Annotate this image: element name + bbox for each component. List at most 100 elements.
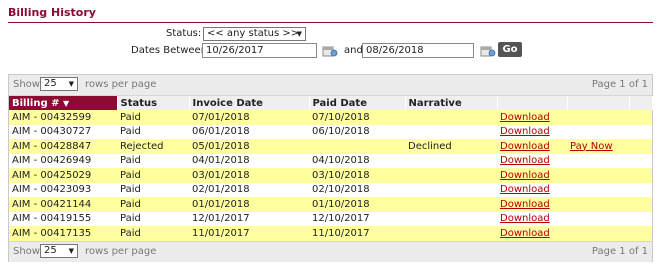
cell-paid-date: 06/10/2018: [309, 124, 405, 139]
cell-invoice-date: 03/01/2018: [189, 168, 309, 183]
billing-grid: Show 25 ▼ rows per page Page 1 of 1 Bill…: [8, 74, 653, 262]
download-cell: Download: [497, 211, 567, 226]
row-spacer: [629, 197, 652, 212]
date-from-field[interactable]: 10/26/2017: [202, 43, 317, 58]
page-size-value: 25: [44, 245, 57, 256]
pay-now-cell: [567, 182, 629, 197]
cell-invoice-date: 07/01/2018: [189, 110, 309, 125]
cell-paid-date: 12/10/2017: [309, 211, 405, 226]
download-link[interactable]: Download: [500, 184, 550, 195]
cell-invoice-date: 11/01/2017: [189, 226, 309, 241]
download-link[interactable]: Download: [500, 112, 550, 123]
cell-status: Paid: [117, 211, 189, 226]
cell-status: Paid: [120, 155, 141, 167]
cell-billing-number: AIM - 00417135: [9, 226, 117, 241]
cell-invoice-date: 02/01/2018: [189, 182, 309, 197]
status-label: Status:: [166, 28, 202, 39]
cell-status: Paid: [117, 124, 189, 139]
table-row: AIM - 00419155 Paid 12/01/2017 12/10/2017 Do…: [9, 211, 652, 226]
cell-status: Paid: [117, 110, 189, 125]
column-header-spacer: [629, 96, 653, 110]
cell-billing-number: AIM - 00423093: [9, 182, 117, 197]
and-label: and: [344, 45, 363, 56]
column-header-status[interactable]: Status: [117, 96, 190, 110]
column-header-billing[interactable]: Billing # ▼: [9, 96, 118, 110]
pay-now-link[interactable]: Pay Now: [570, 141, 613, 152]
pay-now-cell: [567, 168, 629, 183]
cell-invoice-date: 03/01/2018: [192, 169, 250, 181]
calendar-icon[interactable]: [322, 44, 338, 58]
column-header-paid-date[interactable]: Paid Date: [309, 96, 406, 110]
download-link[interactable]: Download: [500, 199, 550, 210]
download-cell: Download: [497, 124, 567, 139]
pay-now-cell: Pay Now: [567, 139, 629, 154]
page-size-select[interactable]: 25 ▼: [40, 244, 78, 258]
cell-status: Paid: [117, 226, 189, 241]
download-link[interactable]: Download: [500, 170, 550, 181]
row-spacer: [629, 168, 652, 183]
status-select[interactable]: << any status >> ▼: [203, 27, 306, 41]
cell-billing-number: AIM - 00430727: [9, 124, 117, 139]
cell-paid-date: [309, 139, 405, 154]
pager-show-label: Show: [13, 79, 40, 90]
row-spacer: [629, 226, 652, 241]
page-info: Page 1 of 1: [591, 246, 648, 257]
table-row: AIM - 00432599 Paid 07/01/2018 07/10/2018 Do…: [9, 110, 652, 125]
column-header-download: [497, 96, 568, 110]
cell-paid-date: 07/10/2018: [309, 110, 405, 125]
download-link[interactable]: Download: [500, 155, 550, 166]
cell-narrative: [405, 211, 497, 226]
download-link[interactable]: Download: [500, 141, 550, 152]
cell-paid-date: 03/10/2018: [312, 169, 370, 181]
row-spacer: [629, 153, 652, 168]
date-to-field[interactable]: 08/26/2018: [362, 43, 474, 58]
cell-paid-date: 02/10/2018: [312, 184, 370, 196]
cell-narrative: [405, 168, 497, 183]
download-cell: Download: [497, 110, 567, 125]
chevron-down-icon: ▼: [296, 30, 302, 38]
cell-invoice-date: 12/01/2017: [192, 213, 250, 225]
cell-status: Paid: [117, 182, 189, 197]
rows-per-page-label: rows per page: [85, 246, 157, 257]
cell-narrative: [405, 153, 497, 168]
cell-status: Paid: [120, 126, 141, 138]
page-info: Page 1 of 1: [591, 79, 648, 90]
pager-show-label: Show: [13, 246, 40, 257]
cell-status: Rejected: [117, 139, 189, 154]
chevron-down-icon: ▼: [68, 247, 74, 255]
page-size-select[interactable]: 25 ▼: [40, 77, 78, 91]
cell-status: Paid: [117, 197, 189, 212]
go-button[interactable]: Go: [498, 42, 522, 57]
cell-paid-date: 04/10/2018: [312, 155, 370, 167]
cell-paid-date: 07/10/2018: [312, 111, 370, 123]
download-link[interactable]: Download: [500, 126, 550, 137]
pay-now-cell: [567, 124, 629, 139]
cell-narrative: [405, 182, 497, 197]
cell-billing-number: AIM - 00425029: [12, 169, 92, 181]
column-header-invoice-date[interactable]: Invoice Date: [189, 96, 310, 110]
cell-billing-number: AIM - 00432599: [12, 111, 92, 123]
pay-now-cell: [567, 211, 629, 226]
cell-narrative: [405, 197, 497, 212]
pay-now-cell: [567, 197, 629, 212]
table-row: AIM - 00425029 Paid 03/01/2018 03/10/2018 Do…: [9, 168, 652, 183]
page-size-value: 25: [44, 78, 57, 89]
cell-billing-number: AIM - 00426949: [9, 153, 117, 168]
column-header-narrative[interactable]: Narrative: [405, 96, 498, 110]
cell-status: Paid: [117, 153, 189, 168]
cell-paid-date: 12/10/2017: [312, 213, 370, 225]
row-spacer: [629, 110, 652, 125]
download-link[interactable]: Download: [500, 213, 550, 224]
calendar-icon[interactable]: [480, 44, 496, 58]
cell-status: Paid: [120, 169, 141, 181]
column-header-action: [567, 96, 630, 110]
cell-status: Paid: [120, 111, 141, 123]
pay-now-cell: [567, 226, 629, 241]
cell-invoice-date: 01/01/2018: [192, 198, 250, 210]
download-link[interactable]: Download: [500, 228, 550, 239]
cell-narrative: [405, 110, 497, 125]
status-select-value: << any status >>: [207, 28, 300, 39]
download-cell: Download: [497, 139, 567, 154]
row-spacer: [629, 182, 652, 197]
title-divider: [8, 22, 653, 23]
